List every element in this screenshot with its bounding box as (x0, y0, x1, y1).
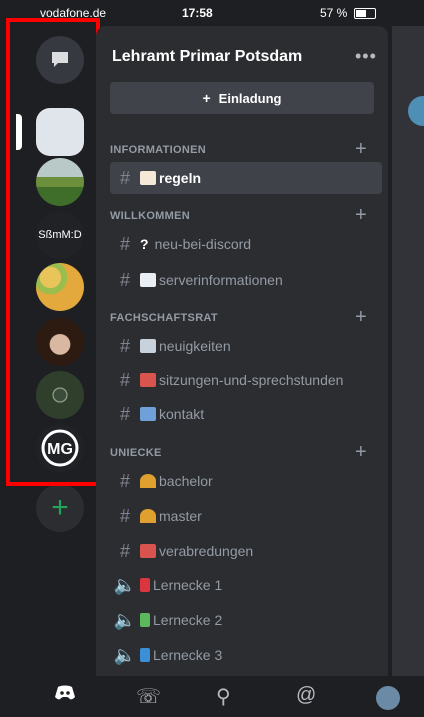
add-channel-button[interactable]: + (355, 441, 367, 464)
calendar-icon (140, 544, 156, 558)
envelope-icon (140, 407, 156, 421)
discord-home-icon[interactable] (54, 684, 76, 707)
question-icon: ? (140, 236, 149, 252)
hash-icon: # (119, 167, 130, 188)
newspaper-icon (140, 339, 156, 353)
channel-kontakt[interactable]: # kontakt (110, 398, 382, 430)
add-channel-button[interactable]: + (355, 204, 367, 227)
channel-label: Lernecke 3 (153, 647, 223, 663)
locked-hash-icon: # (119, 269, 130, 290)
locked-hash-icon: # (119, 403, 130, 424)
category-uniecke[interactable]: UNIECKE (110, 447, 162, 459)
discord-logo-icon (55, 685, 75, 700)
mentions-icon[interactable]: @ (296, 684, 316, 707)
message-avatar (408, 96, 424, 126)
plus-icon: + (51, 491, 69, 524)
channel-bachelor[interactable]: # bachelor (110, 465, 382, 497)
channel-verabredungen[interactable]: # verabredungen (110, 535, 382, 567)
battery-indicator: 57 % (320, 6, 376, 20)
locked-hash-icon: # (119, 540, 130, 561)
locked-hash-icon: # (119, 233, 130, 254)
bottom-navigation: ☏ ⚲ @ (0, 676, 424, 717)
channel-label: Lernecke 2 (153, 612, 223, 628)
channel-sitzungen[interactable]: # sitzungen-und-sprechstunden (110, 364, 382, 396)
channel-label: verabredungen (159, 543, 254, 559)
channel-neu-bei-discord[interactable]: # ? neu-bei-discord (110, 228, 382, 260)
channel-label: regeln (159, 170, 202, 186)
calendar-icon (140, 373, 156, 387)
channel-label: bachelor (159, 473, 213, 489)
channel-serverinformationen[interactable]: # serverinformationen (110, 264, 382, 296)
category-fachschaftsrat[interactable]: FACHSCHAFTSRAT (110, 312, 218, 324)
add-server-button[interactable]: + (36, 484, 84, 532)
battery-label: 57 % (320, 6, 348, 20)
add-channel-button[interactable]: + (355, 138, 367, 161)
blue-book-icon (140, 648, 150, 662)
red-highlight-box (6, 18, 100, 486)
channel-label: neu-bei-discord (154, 236, 252, 252)
battery-icon (353, 8, 376, 20)
channel-panel: Lehramt Primar Potsdam ••• + Einladung I… (96, 26, 388, 676)
channel-neuigkeiten[interactable]: # neuigkeiten (110, 330, 382, 362)
channel-label: sitzungen-und-sprechstunden (159, 372, 344, 388)
category-informationen[interactable]: INFORMATIONEN (110, 144, 206, 156)
invite-label: Einladung (218, 90, 282, 106)
channel-label: master (159, 508, 202, 524)
add-person-icon: + (202, 90, 211, 106)
voice-channel-lernecke-3[interactable]: 🔈 Lernecke 3 (110, 639, 382, 671)
voice-channel-lernecke-2[interactable]: 🔈 Lernecke 2 (110, 604, 382, 636)
friends-icon[interactable]: ☏ (136, 684, 161, 709)
clock: 17:58 (182, 6, 213, 20)
channel-master[interactable]: # master (110, 500, 382, 532)
graduation-cap-icon (140, 509, 156, 523)
channel-label: kontakt (159, 406, 205, 422)
page-icon (140, 171, 156, 185)
graduation-cap-icon (140, 474, 156, 488)
locked-hash-icon: # (119, 505, 130, 526)
channel-label: neuigkeiten (159, 338, 231, 354)
profile-avatar[interactable] (376, 686, 400, 710)
locked-hash-icon: # (119, 335, 130, 356)
locked-speaker-icon: 🔈 (113, 644, 137, 665)
more-options-icon[interactable]: ••• (355, 46, 377, 67)
server-title[interactable]: Lehramt Primar Potsdam (112, 48, 302, 66)
channel-label: Lernecke 1 (153, 577, 223, 593)
voice-channel-lernecke-1[interactable]: 🔈 Lernecke 1 (110, 569, 382, 601)
page-icon (140, 273, 156, 287)
locked-speaker-icon: 🔈 (113, 609, 137, 630)
green-book-icon (140, 613, 150, 627)
locked-hash-icon: # (119, 369, 130, 390)
category-willkommen[interactable]: WILLKOMMEN (110, 210, 190, 222)
add-channel-button[interactable]: + (355, 306, 367, 329)
channel-regeln[interactable]: # regeln (110, 162, 382, 194)
locked-speaker-icon: 🔈 (113, 574, 137, 595)
red-book-icon (140, 578, 150, 592)
channel-label: serverinformationen (159, 272, 283, 288)
chat-preview-edge[interactable] (392, 26, 424, 676)
locked-hash-icon: # (119, 470, 130, 491)
invite-button[interactable]: + Einladung (110, 82, 374, 114)
search-icon[interactable]: ⚲ (216, 684, 231, 709)
